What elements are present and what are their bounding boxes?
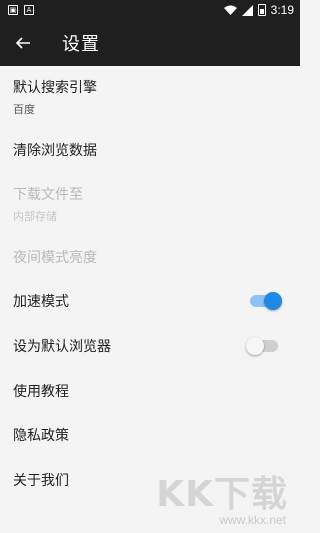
page-title: 设置 bbox=[62, 34, 100, 55]
signal-icon bbox=[241, 4, 253, 16]
setting-clear-data[interactable]: 清除浏览数据 bbox=[0, 128, 300, 173]
notification-icon: ▣ bbox=[8, 5, 18, 15]
app-bar: 设置 bbox=[0, 20, 300, 66]
settings-list: 默认搜索引擎 百度 清除浏览数据 下载文件至 内部存储 夜间模式亮度 加速模式 … bbox=[0, 66, 300, 503]
setting-default-browser-label: 设为默认浏览器 bbox=[13, 339, 111, 356]
setting-default-search[interactable]: 默认搜索引擎 百度 bbox=[0, 66, 300, 128]
toggle-knob bbox=[264, 292, 282, 311]
status-right: 3:19 bbox=[223, 3, 294, 17]
setting-default-search-label: 默认搜索引擎 bbox=[13, 80, 97, 96]
setting-about-label: 关于我们 bbox=[13, 472, 69, 489]
setting-privacy[interactable]: 隐私政策 bbox=[0, 413, 300, 458]
setting-clear-data-label: 清除浏览数据 bbox=[13, 143, 97, 160]
setting-night-brightness: 夜间模式亮度 bbox=[0, 235, 300, 280]
setting-download-location-label: 下载文件至 bbox=[13, 186, 83, 203]
setting-default-search-value: 百度 bbox=[13, 103, 35, 116]
status-time: 3:19 bbox=[270, 3, 294, 17]
wifi-icon bbox=[223, 5, 237, 15]
setting-tutorial-label: 使用教程 bbox=[13, 383, 69, 400]
status-bar: ▣ A 3:19 bbox=[0, 0, 300, 20]
setting-about[interactable]: 关于我们 bbox=[0, 458, 300, 503]
toggle-knob bbox=[246, 337, 264, 356]
setting-accelerate[interactable]: 加速模式 bbox=[0, 279, 300, 324]
setting-download-location-value: 内部存储 bbox=[13, 209, 57, 223]
setting-download-location: 下载文件至 内部存储 bbox=[0, 173, 300, 235]
setting-default-browser[interactable]: 设为默认浏览器 bbox=[0, 324, 300, 369]
battery-icon bbox=[257, 4, 266, 16]
accelerate-toggle[interactable] bbox=[250, 292, 282, 311]
setting-tutorial[interactable]: 使用教程 bbox=[0, 368, 300, 413]
watermark-url: www.kkx.net bbox=[219, 513, 286, 527]
setting-privacy-label: 隐私政策 bbox=[13, 428, 69, 445]
status-left: ▣ A bbox=[8, 5, 34, 15]
setting-accelerate-label: 加速模式 bbox=[13, 294, 69, 311]
setting-night-brightness-label: 夜间模式亮度 bbox=[13, 249, 97, 266]
notification-a-icon: A bbox=[24, 5, 34, 15]
arrow-left-icon[interactable] bbox=[12, 32, 34, 54]
default-browser-toggle[interactable] bbox=[246, 337, 278, 356]
